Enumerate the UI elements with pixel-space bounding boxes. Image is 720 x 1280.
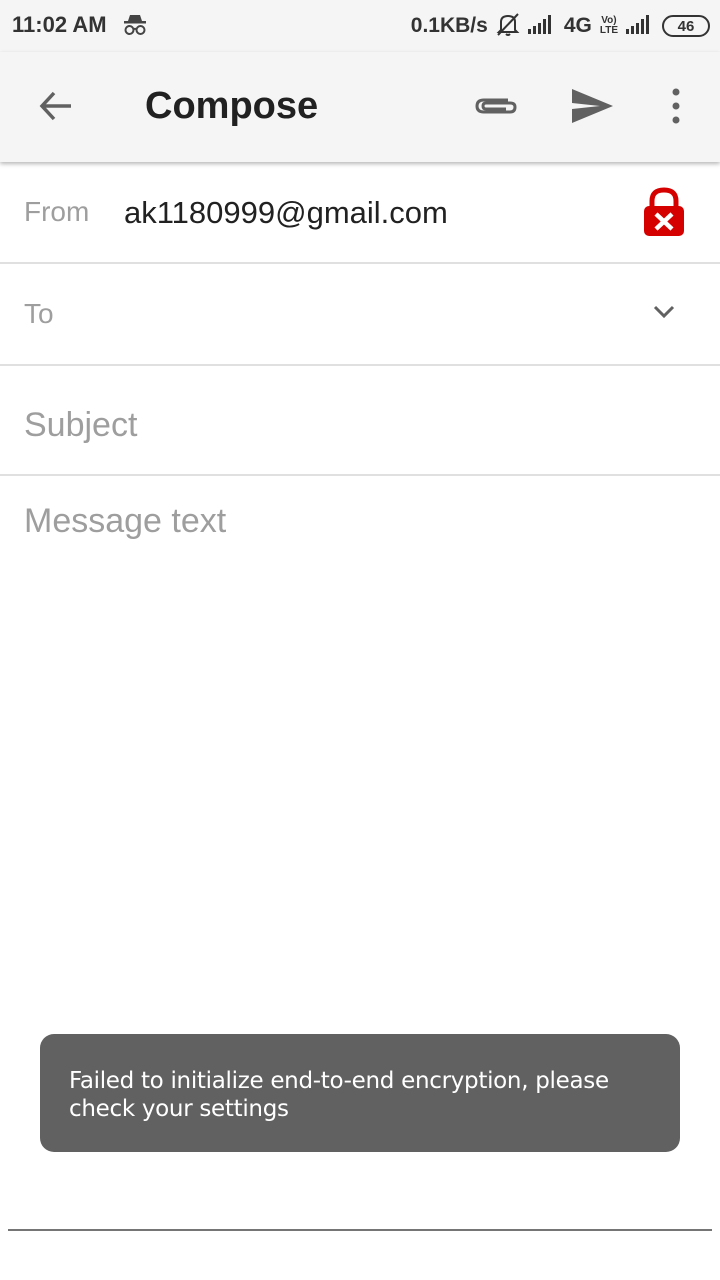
to-recipient-input[interactable] [70,288,610,344]
to-label: To [24,298,54,329]
from-account-selector[interactable]: ak1180999@gmail.com [124,195,448,231]
incognito-icon [122,12,148,38]
toast-message: Failed to initialize end-to-end encrypti… [69,1068,609,1122]
bottom-divider [8,1229,712,1231]
back-arrow-icon [38,88,74,129]
app-bar: Compose [0,52,720,162]
paperclip-icon [474,93,518,124]
status-bar: 11:02 AM 0.1KB/s 4G Vo) LTE 46 [0,0,720,52]
signal-icon [527,13,556,40]
network-speed: 0.1KB/s [410,14,488,37]
chevron-down-icon [653,305,675,324]
subject-row: Subject [0,366,720,476]
volte-label-bottom: LTE [599,25,618,36]
from-row: From ak1180999@gmail.com [0,162,720,264]
from-label: From [24,196,90,227]
more-options-button[interactable] [656,82,696,134]
message-text-input[interactable]: Message text [24,502,696,1022]
silent-bell-icon [496,11,520,42]
signal-icon [626,13,654,40]
volte-indicator: Vo) LTE [600,16,618,36]
error-toast: Failed to initialize end-to-end encrypti… [40,1034,680,1152]
more-vert-icon [671,88,681,129]
to-row: To [0,264,720,366]
battery-indicator: 46 [662,15,710,37]
send-icon [570,87,614,130]
status-time: 11:02 AM [12,12,107,37]
back-button[interactable] [30,82,82,134]
network-type: 4G [563,14,592,37]
expand-recipients-button[interactable] [648,298,680,330]
lock-error-icon[interactable] [640,186,688,238]
status-indicators: 0.1KB/s 4G Vo) LTE 46 [411,10,710,42]
subject-input[interactable]: Subject [24,406,137,445]
page-title: Compose [145,85,319,127]
send-button[interactable] [564,82,620,134]
attach-button[interactable] [468,82,524,134]
